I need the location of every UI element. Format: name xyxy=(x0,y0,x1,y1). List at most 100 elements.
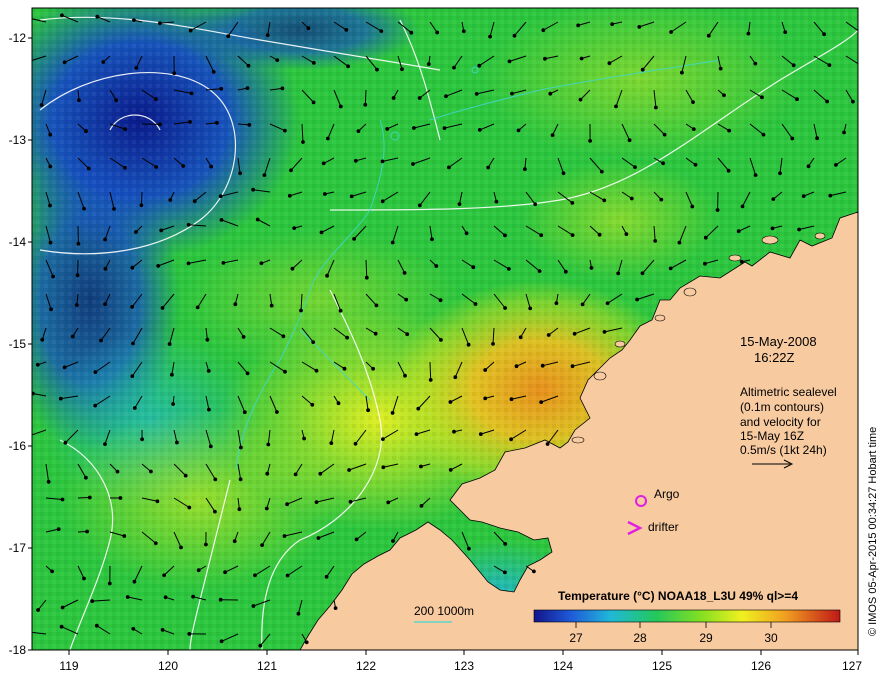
velocity-arrow-head xyxy=(528,306,533,311)
velocity-arrow-head xyxy=(325,273,330,278)
velocity-arrow-head xyxy=(537,269,542,274)
velocity-arrow-head xyxy=(336,401,341,406)
velocity-arrow-head xyxy=(285,502,290,507)
velocity-arrow-head xyxy=(727,128,731,133)
velocity-arrow-head xyxy=(265,471,270,476)
velocity-arrow-head xyxy=(28,17,31,20)
velocity-arrow-head xyxy=(310,402,315,407)
velocity-arrow-head xyxy=(206,369,211,373)
velocity-arrow-head xyxy=(175,440,179,445)
velocity-arrow-head xyxy=(633,165,637,170)
velocity-arrow-head xyxy=(171,402,176,406)
velocity-arrow-head xyxy=(326,136,330,141)
velocity-arrow-head xyxy=(726,168,731,173)
velocity-arrow-head xyxy=(283,128,287,133)
velocity-arrow-head xyxy=(246,63,251,68)
velocity-arrow-head xyxy=(795,97,799,102)
velocity-arrow-head xyxy=(170,372,174,377)
sst-field: Argo drifter 15-May-2008 16:22Z Altimetr… xyxy=(28,8,858,650)
velocity-arrow-head xyxy=(324,574,329,579)
velocity-arrow-head xyxy=(46,479,51,484)
velocity-arrow-head xyxy=(158,122,162,127)
velocity-arrow-head xyxy=(48,240,53,245)
velocity-arrow-head xyxy=(48,164,53,169)
velocity-arrow-head xyxy=(691,100,695,104)
velocity-arrow-head xyxy=(353,158,358,163)
velocity-arrow-head xyxy=(373,331,378,336)
velocity-arrow-head xyxy=(132,579,137,584)
velocity-arrow-head xyxy=(154,97,158,101)
velocity-arrow-head xyxy=(435,30,440,35)
velocity-arrow-head xyxy=(474,92,479,96)
velocity-arrow xyxy=(140,191,143,206)
velocity-arrow-head xyxy=(806,164,811,169)
velocity-arrow-head xyxy=(509,397,514,402)
velocity-arrow-head xyxy=(503,306,508,310)
velocity-arrow-head xyxy=(74,303,79,307)
velocity-arrow-head xyxy=(132,18,136,23)
velocity-arrow-head xyxy=(570,233,575,238)
velocity-arrow-head xyxy=(703,235,708,240)
velocity-arrow-head xyxy=(467,546,471,551)
lat-tick-label: -17 xyxy=(9,541,27,555)
velocity-arrow-head xyxy=(82,576,86,581)
velocity-arrow-head xyxy=(40,337,45,342)
velocity-arrow-head xyxy=(70,334,75,339)
velocity-arrow-head xyxy=(616,271,621,276)
velocity-arrow-head xyxy=(187,632,192,636)
velocity-arrow-head xyxy=(543,56,547,61)
velocity-arrow-head xyxy=(226,34,231,39)
velocity-arrow-head xyxy=(162,573,167,578)
velocity-arrow-head xyxy=(491,342,495,346)
velocity-arrow-head xyxy=(204,542,208,547)
velocity-arrow-head xyxy=(503,542,508,546)
velocity-arrow-head xyxy=(532,569,536,574)
velocity-arrow-head xyxy=(280,86,285,91)
velocity-arrow-head xyxy=(275,410,279,414)
velocity-arrow-head xyxy=(262,173,267,178)
velocity-arrow-head xyxy=(238,477,243,482)
velocity-arrow-head xyxy=(653,239,658,243)
velocity-arrow-head xyxy=(60,605,65,610)
velocity-arrow-head xyxy=(282,534,287,538)
altimetry-note-line: (0.1m contours) xyxy=(740,400,824,414)
velocity-arrow-head xyxy=(130,374,135,379)
velocity-arrow-head xyxy=(834,163,838,167)
velocity-arrow-head xyxy=(28,60,31,63)
velocity-arrow-head xyxy=(239,445,243,450)
velocity-arrow-head xyxy=(247,123,252,127)
velocity-arrow-head xyxy=(637,25,642,29)
drifter-label: drifter xyxy=(648,520,679,534)
altimetry-note-line: Altimetric sealevel xyxy=(740,385,837,399)
velocity-arrow-head xyxy=(439,338,443,342)
velocity-arrow-head xyxy=(374,303,379,308)
velocity-arrow-head xyxy=(299,308,303,313)
velocity-arrow xyxy=(429,361,432,380)
velocity-arrow-head xyxy=(827,63,832,67)
velocity-arrow-head xyxy=(578,97,583,102)
velocity-arrow-head xyxy=(580,302,585,307)
velocity-arrow-head xyxy=(39,103,44,107)
velocity-arrow-head xyxy=(483,396,488,401)
velocity-arrow-head xyxy=(722,93,726,98)
velocity-arrow-head xyxy=(379,29,384,34)
velocity-arrow-head xyxy=(677,240,682,245)
velocity-arrow-head xyxy=(753,173,758,178)
velocity-arrow-head xyxy=(62,365,67,370)
sst-map: Argo drifter 15-May-2008 16:22Z Altimetr… xyxy=(9,7,879,673)
velocity-arrow-head xyxy=(607,61,612,66)
velocity-arrow-head xyxy=(125,595,130,599)
velocity-arrow-head xyxy=(134,66,139,70)
velocity-arrow-head xyxy=(363,102,368,107)
velocity-arrow-head xyxy=(311,61,316,65)
velocity-arrow-head xyxy=(659,197,664,202)
velocity-arrow-head xyxy=(438,298,443,303)
velocity-arrow-head xyxy=(153,541,158,546)
velocity-arrow-head xyxy=(259,261,264,266)
velocity-arrow-head xyxy=(739,259,744,264)
velocity-arrow-head xyxy=(186,222,191,227)
velocity-arrow-head xyxy=(400,67,404,72)
velocity-arrow-head xyxy=(428,378,433,382)
velocity-arrow-head xyxy=(237,507,242,512)
velocity-arrow-head xyxy=(366,408,371,413)
